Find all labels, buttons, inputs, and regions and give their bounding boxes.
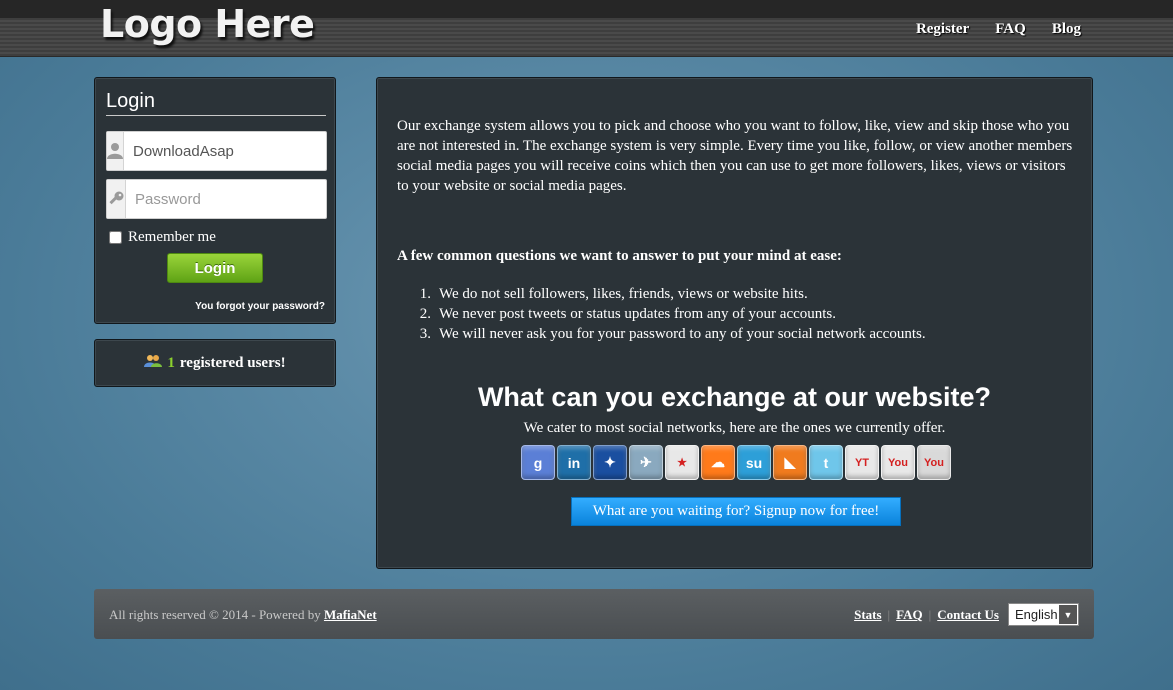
footer-stats-link[interactable]: Stats xyxy=(854,607,881,623)
rss-icon[interactable]: ◣ xyxy=(773,445,807,480)
registered-users-panel: 1 registered users! xyxy=(94,339,336,387)
login-button[interactable]: Login xyxy=(167,253,263,283)
youtube-alt-icon[interactable]: You xyxy=(917,445,951,480)
faq-list: 1. We do not sell followers, likes, frien… xyxy=(417,284,926,344)
nav-faq-link[interactable]: FAQ xyxy=(995,21,1026,38)
list-item: 3. We will never ask you for your passwor… xyxy=(417,324,926,344)
exchange-subtitle: We cater to most social networks, here a… xyxy=(523,420,946,436)
youtube-icon[interactable]: You xyxy=(881,445,915,480)
forgot-password-link[interactable]: You forgot your password? xyxy=(195,301,325,312)
list-text: We will never ask you for your password … xyxy=(439,326,926,342)
stumbleupon-icon[interactable]: su xyxy=(737,445,771,480)
remember-me-checkbox[interactable] xyxy=(109,231,122,244)
login-panel: Login Remember me Login You forgot your … xyxy=(94,77,336,324)
soundcloud-icon[interactable]: ☁ xyxy=(701,445,735,480)
footer-separator: | xyxy=(887,607,891,622)
myspace-icon[interactable]: ✦ xyxy=(593,445,627,480)
site-logo[interactable]: Logo Here xyxy=(100,2,315,46)
key-icon xyxy=(107,180,126,218)
nav-blog-link[interactable]: Blog xyxy=(1052,21,1081,38)
twitter-icon[interactable]: t xyxy=(809,445,843,480)
password-field xyxy=(106,179,334,219)
google-plus-icon[interactable]: g xyxy=(521,445,555,480)
footer-separator: | xyxy=(928,607,932,622)
footer-links: Stats | FAQ | Contact Us xyxy=(854,607,999,623)
reverbnation-icon[interactable]: ★ xyxy=(665,445,699,480)
login-title: Login xyxy=(106,90,326,116)
copyright: All rights reserved © 2014 - Powered by … xyxy=(109,607,377,623)
footer-contact-link[interactable]: Contact Us xyxy=(937,607,999,623)
remember-me[interactable]: Remember me xyxy=(109,229,216,246)
footer: All rights reserved © 2014 - Powered by … xyxy=(94,589,1094,639)
user-icon xyxy=(107,132,124,170)
list-number: 3. xyxy=(419,326,431,342)
list-item: 1. We do not sell followers, likes, frien… xyxy=(417,284,926,304)
chevron-down-icon: ▼ xyxy=(1059,605,1077,624)
exchange-heading: What can you exchange at our website? xyxy=(477,382,992,412)
faq-title: A few common questions we want to answer… xyxy=(397,248,842,264)
top-nav: Register FAQ Blog xyxy=(916,21,1081,38)
username-input[interactable] xyxy=(124,132,332,170)
list-text: We do not sell followers, likes, friends… xyxy=(439,286,808,302)
list-number: 2. xyxy=(419,306,431,322)
users-label: registered users! xyxy=(179,355,286,371)
users-icon xyxy=(144,354,163,373)
language-select[interactable]: English ▼ xyxy=(1008,603,1079,626)
language-value: English xyxy=(1015,607,1058,622)
main-content-panel: Our exchange system allows you to pick a… xyxy=(376,77,1093,569)
signup-button[interactable]: What are you waiting for? Signup now for… xyxy=(571,497,901,526)
intro-text: Our exchange system allows you to pick a… xyxy=(397,118,1073,194)
youtube-yt-icon[interactable]: YT xyxy=(845,445,879,480)
username-field xyxy=(106,131,332,171)
password-input[interactable] xyxy=(126,180,334,218)
remember-me-label: Remember me xyxy=(128,229,216,245)
social-network-icons: g in ✦ ✈ ★ ☁ su ◣ t YT You You xyxy=(521,445,951,480)
nav-register-link[interactable]: Register xyxy=(916,21,969,38)
top-header: Logo Here Register FAQ Blog xyxy=(0,0,1173,57)
list-item: 2. We never post tweets or status updates… xyxy=(417,304,926,324)
linkedin-icon[interactable]: in xyxy=(557,445,591,480)
footer-faq-link[interactable]: FAQ xyxy=(896,607,922,623)
list-number: 1. xyxy=(419,286,431,302)
users-count: 1 xyxy=(167,355,175,371)
twitter-bird-icon[interactable]: ✈ xyxy=(629,445,663,480)
registered-users-line: 1 registered users! xyxy=(95,354,335,373)
list-text: We never post tweets or status updates f… xyxy=(439,306,837,322)
mafianet-link[interactable]: MafiaNet xyxy=(324,607,377,622)
copyright-text: All rights reserved © 2014 - Powered by xyxy=(109,607,321,622)
